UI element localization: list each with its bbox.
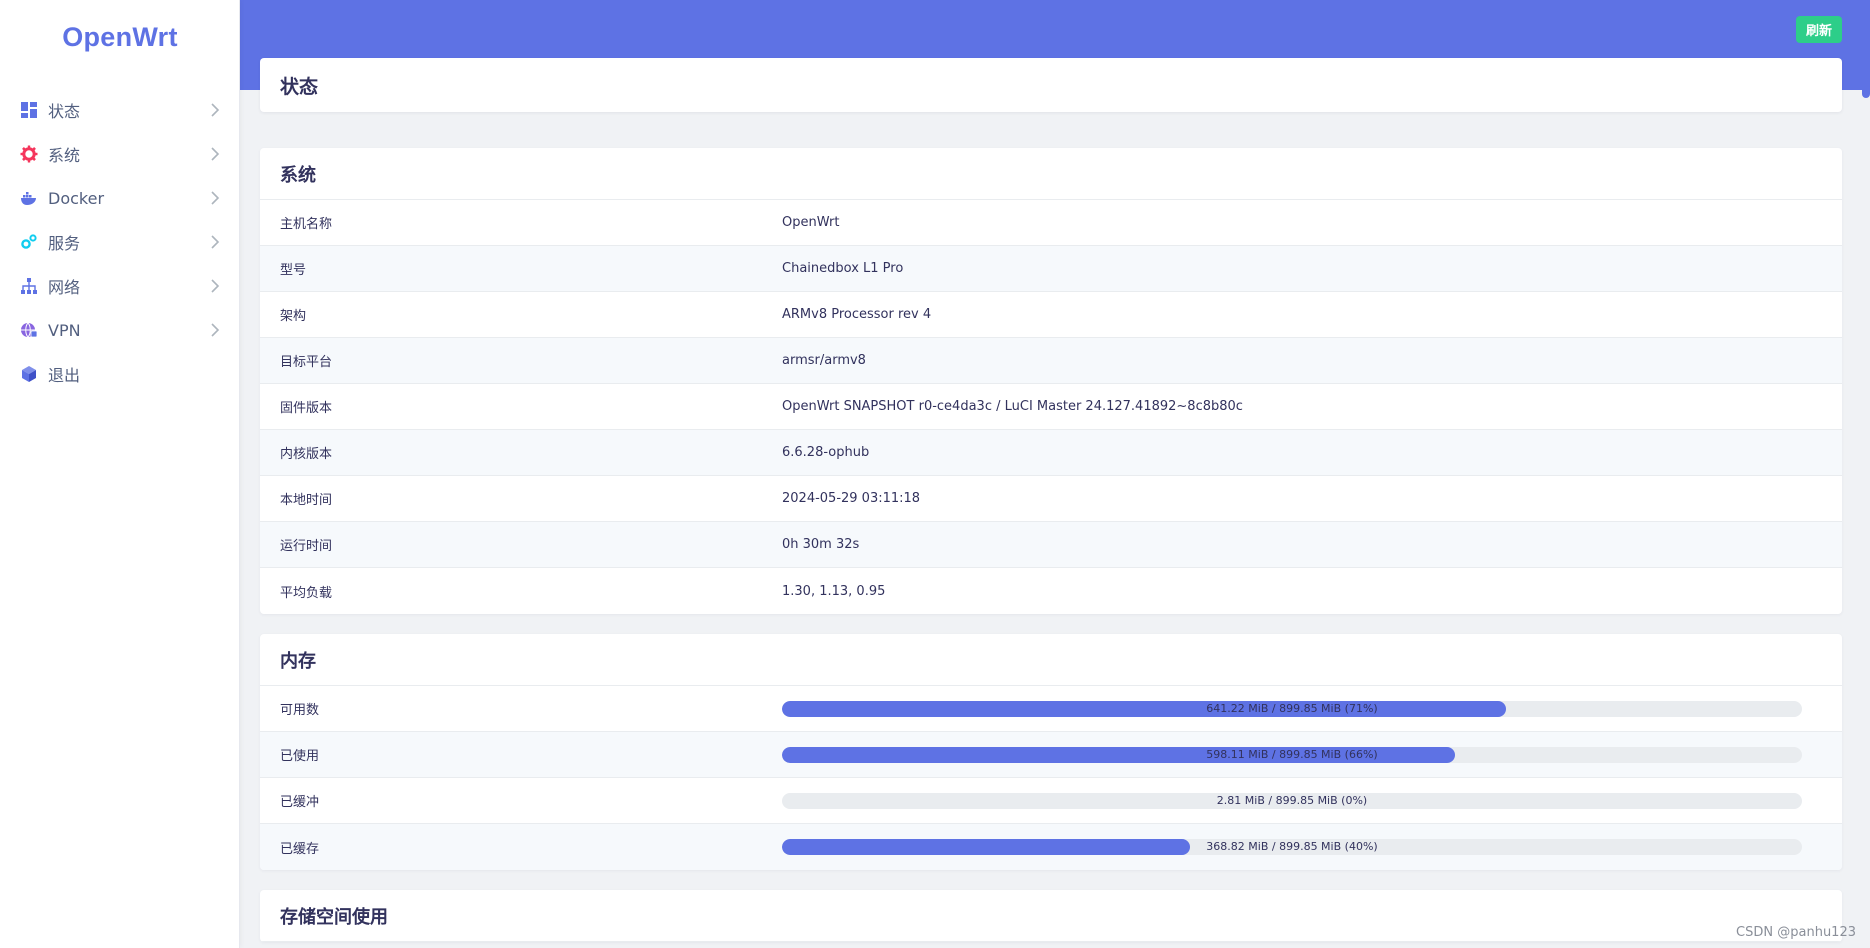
table-row: 已缓存 368.82 MiB / 899.85 MiB (40%) bbox=[260, 824, 1842, 870]
row-key: 本地时间 bbox=[280, 493, 333, 508]
page-title: 状态 bbox=[280, 75, 319, 98]
table-row: 主机名称 OpenWrt bbox=[260, 200, 1842, 246]
table-row: 架构 ARMv8 Processor rev 4 bbox=[260, 292, 1842, 338]
memory-progress-bar: 2.81 MiB / 899.85 MiB (0%) bbox=[782, 792, 1802, 809]
sidebar-item-network[interactable]: 网络 bbox=[0, 264, 240, 308]
sidebar-item-label: 状态 bbox=[48, 102, 81, 121]
cogs-icon bbox=[20, 233, 38, 251]
row-key: 主机名称 bbox=[280, 217, 333, 232]
row-key: 运行时间 bbox=[280, 539, 333, 554]
sidebar-item-label: 服务 bbox=[48, 234, 81, 253]
memory-card-header: 内存 bbox=[260, 634, 1842, 686]
sidebar-item-logout[interactable]: 退出 bbox=[0, 352, 240, 396]
row-value: 1.30, 1.13, 0.95 bbox=[782, 583, 886, 599]
sidebar-item-status[interactable]: 状态 bbox=[0, 88, 240, 132]
page-title-card: 状态 bbox=[260, 58, 1842, 112]
scrollbar[interactable] bbox=[1862, 0, 1870, 948]
row-key: 架构 bbox=[280, 309, 307, 324]
main-content: 状态 系统 主机名称 OpenWrt 型号 Chainedbox L1 Pro 架构… bbox=[260, 58, 1842, 942]
storage-card: 存储空间使用 bbox=[260, 890, 1842, 942]
storage-card-title: 存储空间使用 bbox=[280, 906, 388, 928]
row-value: 6.6.28-ophub bbox=[782, 445, 870, 460]
row-key: 已缓冲 bbox=[280, 795, 320, 810]
sidebar-item-system[interactable]: 系统 bbox=[0, 132, 240, 176]
chevron-right-icon bbox=[210, 322, 220, 338]
watermark: CSDN @panhu123 bbox=[1736, 925, 1856, 940]
sidebar-item-services[interactable]: 服务 bbox=[0, 220, 240, 264]
scrollbar-thumb[interactable] bbox=[1862, 0, 1870, 98]
table-row: 固件版本 OpenWrt SNAPSHOT r0-ce4da3c / LuCI M… bbox=[260, 384, 1842, 430]
table-row: 已缓冲 2.81 MiB / 899.85 MiB (0%) bbox=[260, 778, 1842, 824]
table-row: 本地时间 2024-05-29 03:11:18 bbox=[260, 476, 1842, 522]
sidebar-item-vpn[interactable]: VPN bbox=[0, 308, 240, 352]
table-row: 目标平台 armsr/armv8 bbox=[260, 338, 1842, 384]
row-key: 内核版本 bbox=[280, 447, 333, 462]
cube-icon bbox=[20, 365, 38, 383]
table-row: 平均负载 1.30, 1.13, 0.95 bbox=[260, 568, 1842, 614]
sidebar-item-docker[interactable]: Docker bbox=[0, 176, 240, 220]
globe-lock-icon bbox=[20, 321, 38, 339]
memory-progress-bar: 641.22 MiB / 899.85 MiB (71%) bbox=[782, 700, 1802, 717]
row-key: 平均负载 bbox=[280, 585, 333, 601]
table-row: 型号 Chainedbox L1 Pro bbox=[260, 246, 1842, 292]
sidebar: OpenWrt 状态 系统 Docker 服务 网络 VPN 退出 bbox=[0, 0, 240, 948]
sidebar-item-label: VPN bbox=[48, 320, 81, 340]
dashboard-icon bbox=[20, 101, 38, 119]
row-value: 598.11 MiB / 899.85 MiB (66%) bbox=[782, 746, 1842, 763]
row-value: 641.22 MiB / 899.85 MiB (71%) bbox=[782, 700, 1842, 717]
system-card-title: 系统 bbox=[280, 164, 316, 186]
chevron-right-icon bbox=[210, 278, 220, 294]
storage-card-header: 存储空间使用 bbox=[260, 890, 1842, 942]
memory-card: 内存 可用数 641.22 MiB / 899.85 MiB (71%) 已使用… bbox=[260, 634, 1842, 870]
row-value: 2024-05-29 03:11:18 bbox=[782, 491, 921, 506]
row-key: 目标平台 bbox=[280, 355, 333, 370]
sidebar-item-label: Docker bbox=[48, 188, 105, 208]
row-value: Chainedbox L1 Pro bbox=[782, 261, 904, 276]
row-value: ARMv8 Processor rev 4 bbox=[782, 307, 932, 322]
table-row: 可用数 641.22 MiB / 899.85 MiB (71%) bbox=[260, 686, 1842, 732]
row-value: 0h 30m 32s bbox=[782, 537, 860, 552]
row-key: 已缓存 bbox=[280, 841, 320, 857]
progress-text: 368.82 MiB / 899.85 MiB (40%) bbox=[1206, 840, 1378, 853]
row-key: 可用数 bbox=[280, 703, 320, 718]
chevron-right-icon bbox=[210, 146, 220, 162]
row-value: 368.82 MiB / 899.85 MiB (40%) bbox=[782, 839, 1842, 855]
memory-progress-bar: 368.82 MiB / 899.85 MiB (40%) bbox=[782, 839, 1802, 855]
memory-card-title: 内存 bbox=[280, 650, 316, 672]
progress-text: 2.81 MiB / 899.85 MiB (0%) bbox=[1216, 793, 1368, 807]
progress-text: 641.22 MiB / 899.85 MiB (71%) bbox=[1206, 701, 1378, 715]
docker-icon bbox=[20, 189, 38, 207]
progress-text: 598.11 MiB / 899.85 MiB (66%) bbox=[1206, 747, 1378, 761]
chevron-right-icon bbox=[210, 234, 220, 250]
memory-progress-bar: 598.11 MiB / 899.85 MiB (66%) bbox=[782, 746, 1802, 763]
row-value: 2.81 MiB / 899.85 MiB (0%) bbox=[782, 792, 1842, 809]
gear-icon bbox=[20, 145, 38, 163]
row-key: 已使用 bbox=[280, 749, 320, 764]
system-card-header: 系统 bbox=[260, 148, 1842, 200]
row-value: OpenWrt SNAPSHOT r0-ce4da3c / LuCI Maste… bbox=[782, 399, 1243, 414]
table-row: 内核版本 6.6.28-ophub bbox=[260, 430, 1842, 476]
table-row: 已使用 598.11 MiB / 899.85 MiB (66%) bbox=[260, 732, 1842, 778]
sitemap-icon bbox=[20, 277, 38, 295]
row-key: 型号 bbox=[280, 263, 307, 278]
sidebar-item-label: 退出 bbox=[48, 366, 81, 385]
row-key: 固件版本 bbox=[280, 401, 333, 416]
brand-logo[interactable]: OpenWrt bbox=[0, 22, 240, 53]
chevron-right-icon bbox=[210, 190, 220, 206]
sidebar-nav: 状态 系统 Docker 服务 网络 VPN 退出 bbox=[0, 88, 240, 396]
sidebar-item-label: 网络 bbox=[48, 278, 81, 297]
refresh-button[interactable]: 刷新 bbox=[1795, 16, 1842, 43]
row-value: OpenWrt bbox=[782, 215, 840, 230]
row-value: armsr/armv8 bbox=[782, 353, 866, 368]
table-row: 运行时间 0h 30m 32s bbox=[260, 522, 1842, 568]
chevron-right-icon bbox=[210, 102, 220, 118]
system-card: 系统 主机名称 OpenWrt 型号 Chainedbox L1 Pro 架构 ARM… bbox=[260, 148, 1842, 614]
sidebar-item-label: 系统 bbox=[48, 146, 81, 165]
